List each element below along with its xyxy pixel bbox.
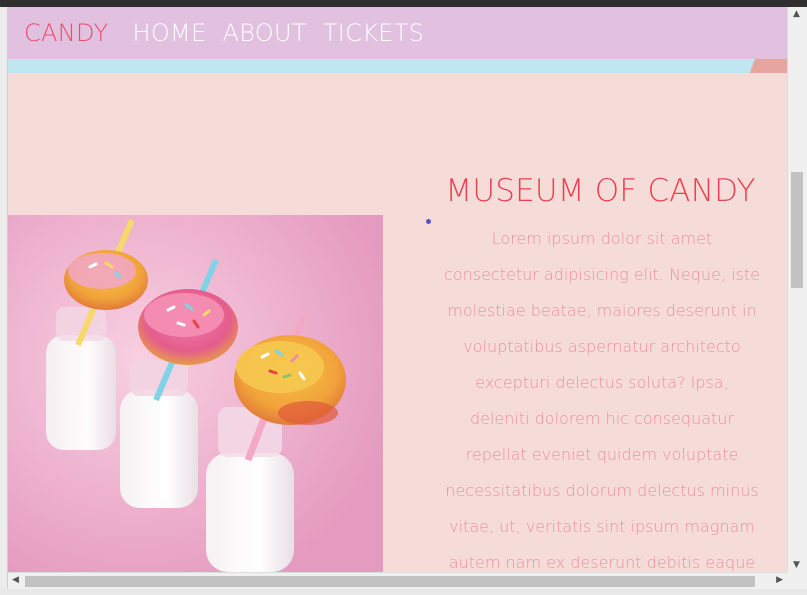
scroll-up-arrow-icon[interactable]: ▲ [793,9,800,19]
window-top-strip [0,0,807,7]
vertical-scrollbar[interactable]: ▲ ▼ [787,7,807,572]
donuts-on-milk-bottles-photo [8,215,383,572]
marker-dot [426,219,431,224]
scroll-left-arrow-icon[interactable]: ◀ [12,575,19,585]
milk-bottle-back-left [46,335,116,450]
band-corner-accent [739,59,787,73]
scrollbar-corner [787,572,807,589]
section-body: Lorem ipsum dolor sit amet consectetur a… [444,229,760,572]
horizontal-scrollbar[interactable]: ◀ ▶ [8,572,787,589]
horizontal-scroll-thumb[interactable] [25,576,755,587]
milk-bottle-front-right [206,453,294,572]
scroll-down-arrow-icon[interactable]: ▼ [793,560,800,570]
window-bottom-strip [0,589,807,595]
vertical-scroll-thumb[interactable] [791,172,803,288]
nav-link-home[interactable]: HOME [132,19,206,47]
brand-logo[interactable]: CANDY [24,19,108,47]
hero-image [8,215,383,572]
decorative-band [8,59,787,73]
navbar: CANDY HOME ABOUT TICKETS [8,7,787,59]
page-viewport: CANDY HOME ABOUT TICKETS MUSEUM OF CANDY… [8,7,787,572]
nav-link-about[interactable]: ABOUT [222,19,306,47]
nav-link-tickets[interactable]: TICKETS [323,19,424,47]
milk-bottle-middle [120,390,198,508]
section-title: MUSEUM OF CANDY [445,173,756,209]
window-left-edge [0,7,8,595]
scroll-right-arrow-icon[interactable]: ▶ [776,575,783,585]
